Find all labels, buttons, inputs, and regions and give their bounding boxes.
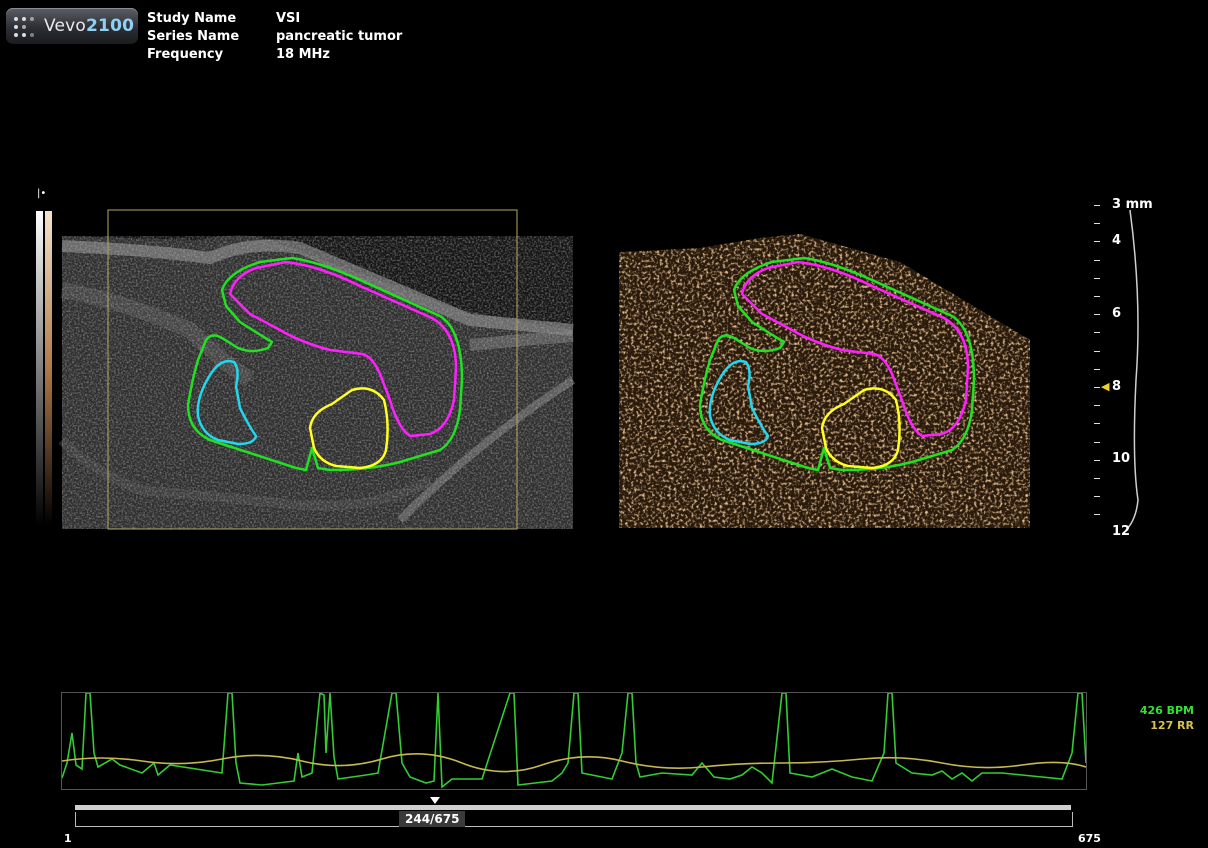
depth-label: 3 mm: [1112, 197, 1153, 212]
resp-rate-readout: 127 RR: [1150, 719, 1194, 732]
depth-tick: [1094, 350, 1100, 352]
depth-tick: [1094, 296, 1100, 297]
playhead-icon[interactable]: [429, 797, 440, 804]
depth-tick: [1094, 314, 1100, 316]
depth-label: 12: [1112, 524, 1131, 539]
heart-rate-readout: 426 BPM: [1139, 704, 1194, 717]
depth-tick: [1094, 205, 1100, 206]
depth-tick: [1094, 387, 1100, 388]
ecg-trace: [61, 691, 1087, 789]
depth-scale: 3 mm 4 6 8 10 12: [1090, 197, 1170, 540]
frame-start-label: 1: [64, 832, 72, 845]
current-frame-label: 244/675: [399, 811, 466, 827]
depth-label: 6: [1112, 306, 1122, 321]
ultrasound-view[interactable]: [0, 0, 1208, 600]
depth-tick: [1094, 514, 1100, 516]
frame-range-bracket: [75, 812, 1073, 827]
depth-tick: [1094, 459, 1100, 461]
depth-tick: [1094, 223, 1100, 225]
depth-label: 10: [1112, 451, 1131, 466]
depth-tick: [1094, 368, 1100, 370]
depth-tick: [1094, 478, 1100, 479]
depth-tick: [1094, 277, 1100, 279]
frame-end-label: 675: [1078, 832, 1101, 845]
depth-tick: [1094, 423, 1100, 425]
depth-tick: [1094, 496, 1100, 498]
ecg-trace-panel[interactable]: [61, 691, 1087, 790]
depth-label: 8: [1112, 379, 1122, 394]
depth-tick: [1094, 259, 1100, 261]
depth-tick: [1094, 441, 1100, 443]
focus-marker-icon[interactable]: ◀: [1101, 380, 1109, 393]
timeline-track[interactable]: [75, 805, 1071, 810]
depth-label: 4: [1112, 233, 1122, 248]
depth-tick: [1094, 332, 1100, 334]
bmode-image[interactable]: [58, 209, 576, 530]
depth-tick: [1094, 405, 1100, 407]
depth-tick: [1094, 241, 1100, 243]
